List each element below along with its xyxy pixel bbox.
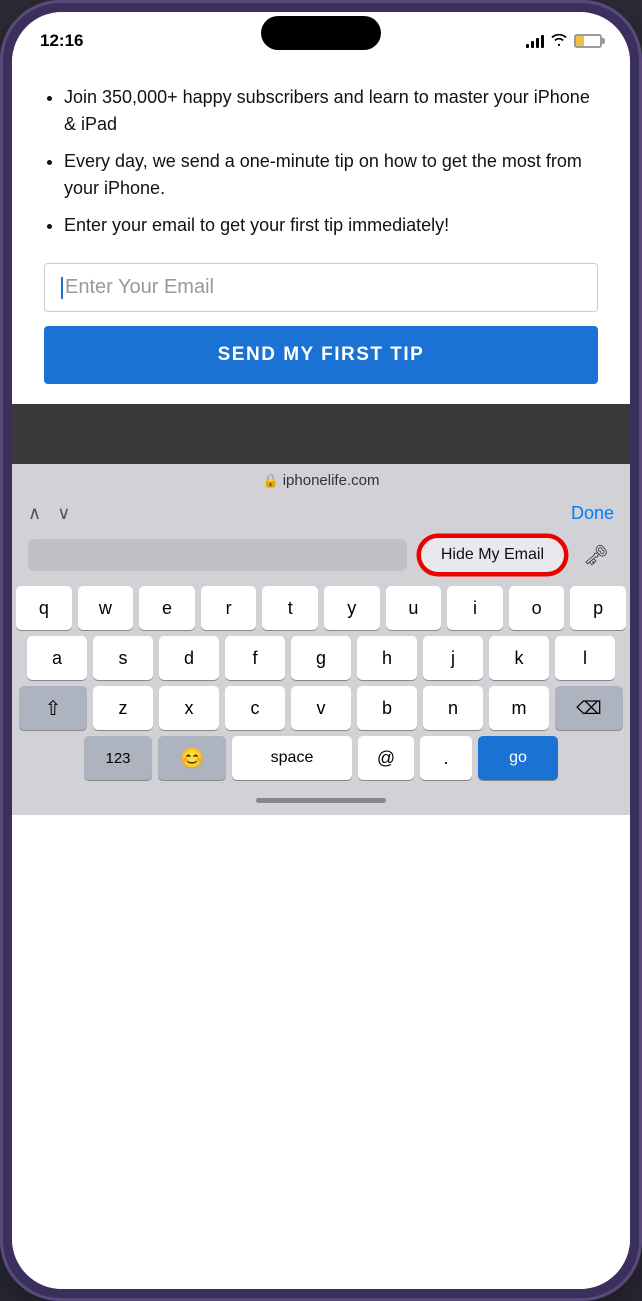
home-bar: [256, 798, 386, 803]
key-j[interactable]: j: [423, 636, 483, 680]
key-123[interactable]: 123: [84, 736, 152, 780]
safari-url-bar: 🔒 iphonelife.com: [263, 472, 380, 489]
nav-arrows: ∧ ∨: [28, 503, 70, 524]
keyboard-row-4: 123 😊 space @ . go: [16, 736, 626, 780]
password-key-icon[interactable]: 🗝: [578, 537, 614, 573]
key-i[interactable]: i: [447, 586, 503, 630]
key-emoji[interactable]: 😊: [158, 736, 226, 780]
key-n[interactable]: n: [423, 686, 483, 730]
bullet-item-1: Join 350,000+ happy subscribers and lear…: [64, 84, 598, 138]
key-s[interactable]: s: [93, 636, 153, 680]
key-z[interactable]: z: [93, 686, 153, 730]
key-o[interactable]: o: [509, 586, 565, 630]
keyboard-nav-bar: ∧ ∨ Done: [12, 497, 630, 530]
email-input-wrapper[interactable]: Enter Your Email: [44, 263, 598, 312]
key-m[interactable]: m: [489, 686, 549, 730]
keyboard-row-1: q w e r t y u i o p: [16, 586, 626, 630]
web-content: Join 350,000+ happy subscribers and lear…: [12, 64, 630, 1289]
email-field[interactable]: Enter Your Email: [61, 276, 581, 299]
key-y[interactable]: y: [324, 586, 380, 630]
hide-my-email-button[interactable]: Hide My Email: [419, 536, 566, 574]
key-c[interactable]: c: [225, 686, 285, 730]
key-b[interactable]: b: [357, 686, 417, 730]
key-delete[interactable]: ⌫: [555, 686, 623, 730]
send-my-first-tip-button[interactable]: SEND MY FIRST TIP: [44, 326, 598, 384]
keyboard-row-2: a s d f g h j k l: [16, 636, 626, 680]
key-q[interactable]: q: [16, 586, 72, 630]
key-g[interactable]: g: [291, 636, 351, 680]
bullet-list: Join 350,000+ happy subscribers and lear…: [44, 84, 598, 239]
autocomplete-suggestion-blurred: [28, 539, 407, 571]
wifi-icon: [550, 33, 568, 50]
safari-toolbar: 🔒 iphonelife.com: [12, 464, 630, 497]
key-r[interactable]: r: [201, 586, 257, 630]
key-w[interactable]: w: [78, 586, 134, 630]
screen: 12:16: [12, 12, 630, 1289]
key-u[interactable]: u: [386, 586, 442, 630]
key-l[interactable]: l: [555, 636, 615, 680]
lock-icon: 🔒: [263, 473, 279, 489]
home-indicator-area: [12, 790, 630, 815]
key-d[interactable]: d: [159, 636, 219, 680]
status-icons: [526, 33, 602, 50]
phone-frame: 12:16: [0, 0, 642, 1301]
signal-bars-icon: [526, 34, 544, 48]
bullet-item-2: Every day, we send a one-minute tip on h…: [64, 148, 598, 202]
done-button[interactable]: Done: [571, 503, 614, 524]
key-f[interactable]: f: [225, 636, 285, 680]
key-k[interactable]: k: [489, 636, 549, 680]
battery-icon: [574, 34, 602, 48]
keyboard-row-3: ⇧ z x c v b n m ⌫: [16, 686, 626, 730]
key-shift[interactable]: ⇧: [19, 686, 87, 730]
key-v[interactable]: v: [291, 686, 351, 730]
key-at[interactable]: @: [358, 736, 414, 780]
email-placeholder: Enter Your Email: [65, 276, 214, 298]
page-content: Join 350,000+ happy subscribers and lear…: [12, 64, 630, 404]
status-time: 12:16: [40, 31, 83, 51]
key-h[interactable]: h: [357, 636, 417, 680]
dark-separator: [12, 404, 630, 464]
dynamic-island: [261, 16, 381, 50]
nav-up-arrow-icon[interactable]: ∧: [28, 503, 41, 524]
key-p[interactable]: p: [570, 586, 626, 630]
domain-label: iphonelife.com: [283, 472, 380, 489]
key-x[interactable]: x: [159, 686, 219, 730]
key-go[interactable]: go: [478, 736, 558, 780]
bullet-item-3: Enter your email to get your first tip i…: [64, 212, 598, 239]
autocomplete-bar: Hide My Email 🗝: [12, 530, 630, 580]
key-t[interactable]: t: [262, 586, 318, 630]
key-space[interactable]: space: [232, 736, 352, 780]
key-a[interactable]: a: [27, 636, 87, 680]
keyboard: q w e r t y u i o p a s d f g: [12, 580, 630, 790]
key-e[interactable]: e: [139, 586, 195, 630]
nav-down-arrow-icon[interactable]: ∨: [57, 503, 70, 524]
cursor: [61, 277, 63, 299]
key-period[interactable]: .: [420, 736, 472, 780]
